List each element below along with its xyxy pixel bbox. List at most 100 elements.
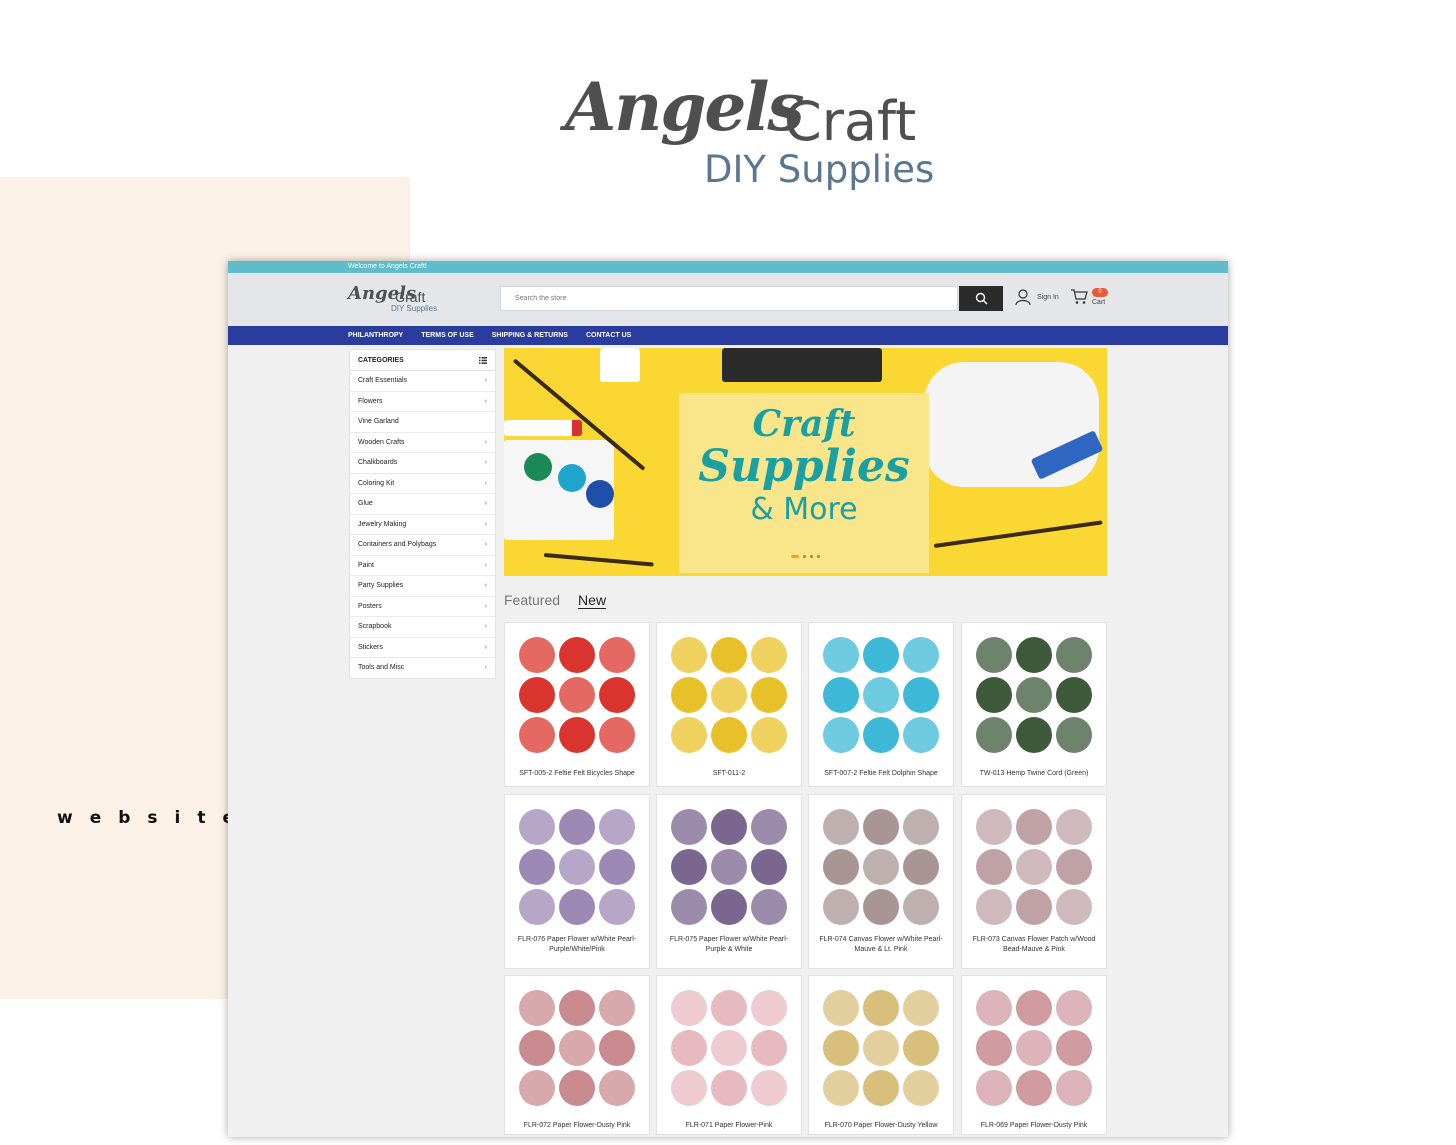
- product-tabs: Featured New: [504, 592, 607, 609]
- sign-in-label: Sign In: [1037, 293, 1059, 301]
- product-image[interactable]: [513, 803, 641, 933]
- category-item[interactable]: Posters ›: [350, 597, 495, 617]
- product-name[interactable]: FLR-070 Paper Flower-Dusty Yellow: [813, 1121, 949, 1131]
- product-name[interactable]: TW-013 Hemp Twine Cord (Green): [966, 769, 1102, 779]
- category-item[interactable]: Coloring Kit ›: [350, 474, 495, 494]
- product-image[interactable]: [665, 984, 793, 1114]
- category-item[interactable]: Party Supplies ›: [350, 576, 495, 597]
- search-button[interactable]: [959, 286, 1003, 311]
- green-paint-decoration: [524, 453, 552, 481]
- product-image[interactable]: [817, 631, 945, 761]
- product-card[interactable]: SFT-007-2 Feltie Felt Dolphin Shape: [808, 622, 954, 787]
- product-name[interactable]: FLR-076 Paper Flower w/White Pearl-Purpl…: [509, 935, 645, 955]
- category-item[interactable]: Tools and Misc ›: [350, 658, 495, 678]
- category-item[interactable]: Wooden Crafts ›: [350, 433, 495, 453]
- product-card[interactable]: FLR-071 Paper Flower-Pink: [656, 975, 802, 1135]
- category-item[interactable]: Jewelry Making ›: [350, 515, 495, 535]
- category-list: Craft Essentials › Flowers › Vine Garland Woo…: [350, 371, 495, 678]
- paint-box-decoration: [722, 348, 882, 382]
- chevron-right-icon: ›: [484, 459, 487, 467]
- product-name[interactable]: FLR-072 Paper Flower-Dusty Pink: [509, 1121, 645, 1131]
- carousel-dot[interactable]: [810, 555, 813, 558]
- product-image[interactable]: [817, 803, 945, 933]
- category-item[interactable]: Stickers ›: [350, 638, 495, 658]
- product-name[interactable]: SFT-005-2 Feltie Felt Bicycles Shape: [509, 769, 645, 779]
- product-card[interactable]: TW-013 Hemp Twine Cord (Green): [961, 622, 1107, 787]
- logo-subtitle: DIY Supplies: [704, 148, 935, 191]
- banner-line-1: Craft: [752, 403, 856, 445]
- logo-craft-word: Craft: [784, 90, 917, 153]
- tab-new[interactable]: New: [578, 592, 607, 609]
- product-card[interactable]: FLR-075 Paper Flower w/White Pearl-Purpl…: [656, 794, 802, 969]
- product-card[interactable]: FLR-074 Canvas Flower w/White Pearl-Mauv…: [808, 794, 954, 969]
- product-image[interactable]: [970, 803, 1098, 933]
- category-item[interactable]: Paint ›: [350, 556, 495, 576]
- carousel-dot[interactable]: [803, 555, 806, 558]
- category-label: Glue: [358, 500, 373, 508]
- category-item[interactable]: Craft Essentials ›: [350, 371, 495, 392]
- tab-featured[interactable]: Featured: [504, 592, 560, 609]
- product-name[interactable]: FLR-075 Paper Flower w/White Pearl-Purpl…: [661, 935, 797, 955]
- product-image[interactable]: [513, 984, 641, 1114]
- category-label: Flowers: [358, 397, 383, 405]
- product-image[interactable]: [665, 631, 793, 761]
- search-field[interactable]: [500, 286, 958, 311]
- carousel-dot[interactable]: [817, 555, 820, 558]
- search-input[interactable]: [501, 287, 949, 310]
- product-name[interactable]: FLR-073 Canvas Flower Patch w/Wood Bead-…: [966, 935, 1102, 955]
- product-card[interactable]: FLR-069 Paper Flower-Dusty Pink: [961, 975, 1107, 1135]
- chevron-right-icon: ›: [484, 623, 487, 631]
- product-card[interactable]: FLR-076 Paper Flower w/White Pearl-Purpl…: [504, 794, 650, 969]
- brush-decoration: [543, 553, 654, 567]
- banner-line-3: & More: [750, 492, 858, 527]
- site-logo[interactable]: Angels Craft DIY Supplies: [348, 283, 438, 315]
- category-label: Scrapbook: [358, 623, 392, 631]
- banner-text-panel: Craft Supplies & More: [679, 393, 929, 573]
- product-name[interactable]: FLR-071 Paper Flower-Pink: [661, 1121, 797, 1131]
- blue-paint-decoration: [558, 464, 586, 492]
- product-name[interactable]: SFT-007-2 Feltie Felt Dolphin Shape: [813, 769, 949, 779]
- category-label: Stickers: [358, 643, 383, 651]
- paint-tube-decoration: [600, 348, 640, 382]
- category-item[interactable]: Containers and Polybags ›: [350, 535, 495, 556]
- product-card[interactable]: SFT-011-2: [656, 622, 802, 787]
- categories-title: CATEGORIES: [358, 356, 404, 364]
- nav-contact-us[interactable]: CONTACT US: [586, 332, 631, 339]
- product-name[interactable]: SFT-011-2: [661, 769, 797, 779]
- category-label: Paint: [358, 561, 374, 569]
- search-icon: [975, 292, 987, 305]
- categories-panel: CATEGORIES Craft Essentials › Flowers › Vine…: [349, 349, 496, 679]
- chevron-right-icon: ›: [484, 664, 487, 672]
- product-name[interactable]: FLR-069 Paper Flower-Dusty Pink: [966, 1121, 1102, 1131]
- carousel-dots: [791, 555, 820, 558]
- product-image[interactable]: [665, 803, 793, 933]
- product-image[interactable]: [513, 631, 641, 761]
- sign-in-link[interactable]: Sign In: [1014, 288, 1059, 306]
- category-label: Tools and Misc: [358, 664, 405, 672]
- product-name[interactable]: FLR-074 Canvas Flower w/White Pearl-Mauv…: [813, 935, 949, 955]
- category-item[interactable]: Vine Garland: [350, 412, 495, 433]
- category-item[interactable]: Scrapbook ›: [350, 617, 495, 638]
- product-image[interactable]: [817, 984, 945, 1114]
- nav-shipping-returns[interactable]: SHIPPING & RETURNS: [492, 332, 568, 339]
- user-icon: [1015, 289, 1031, 306]
- chevron-right-icon: ›: [484, 500, 487, 508]
- paint-tube-red-decoration: [504, 420, 582, 436]
- chevron-right-icon: ›: [484, 520, 487, 528]
- category-item[interactable]: Chalkboards ›: [350, 453, 495, 474]
- product-card[interactable]: FLR-073 Canvas Flower Patch w/Wood Bead-…: [961, 794, 1107, 969]
- carousel-dot[interactable]: [791, 555, 799, 558]
- product-image[interactable]: [970, 631, 1098, 761]
- product-card[interactable]: FLR-070 Paper Flower-Dusty Yellow: [808, 975, 954, 1135]
- product-card[interactable]: SFT-005-2 Feltie Felt Bicycles Shape: [504, 622, 650, 787]
- chevron-right-icon: ›: [484, 582, 487, 590]
- category-item[interactable]: Flowers ›: [350, 392, 495, 412]
- product-image[interactable]: [970, 984, 1098, 1114]
- category-item[interactable]: Glue ›: [350, 494, 495, 515]
- product-card[interactable]: FLR-072 Paper Flower-Dusty Pink: [504, 975, 650, 1135]
- hero-banner[interactable]: Craft Supplies & More: [504, 348, 1107, 576]
- nav-terms-of-use[interactable]: TERMS OF USE: [421, 332, 474, 339]
- cart-link[interactable]: 0 Cart: [1070, 288, 1108, 310]
- navy-paint-decoration: [586, 480, 614, 508]
- nav-philanthropy[interactable]: PHILANTHROPY: [348, 332, 403, 339]
